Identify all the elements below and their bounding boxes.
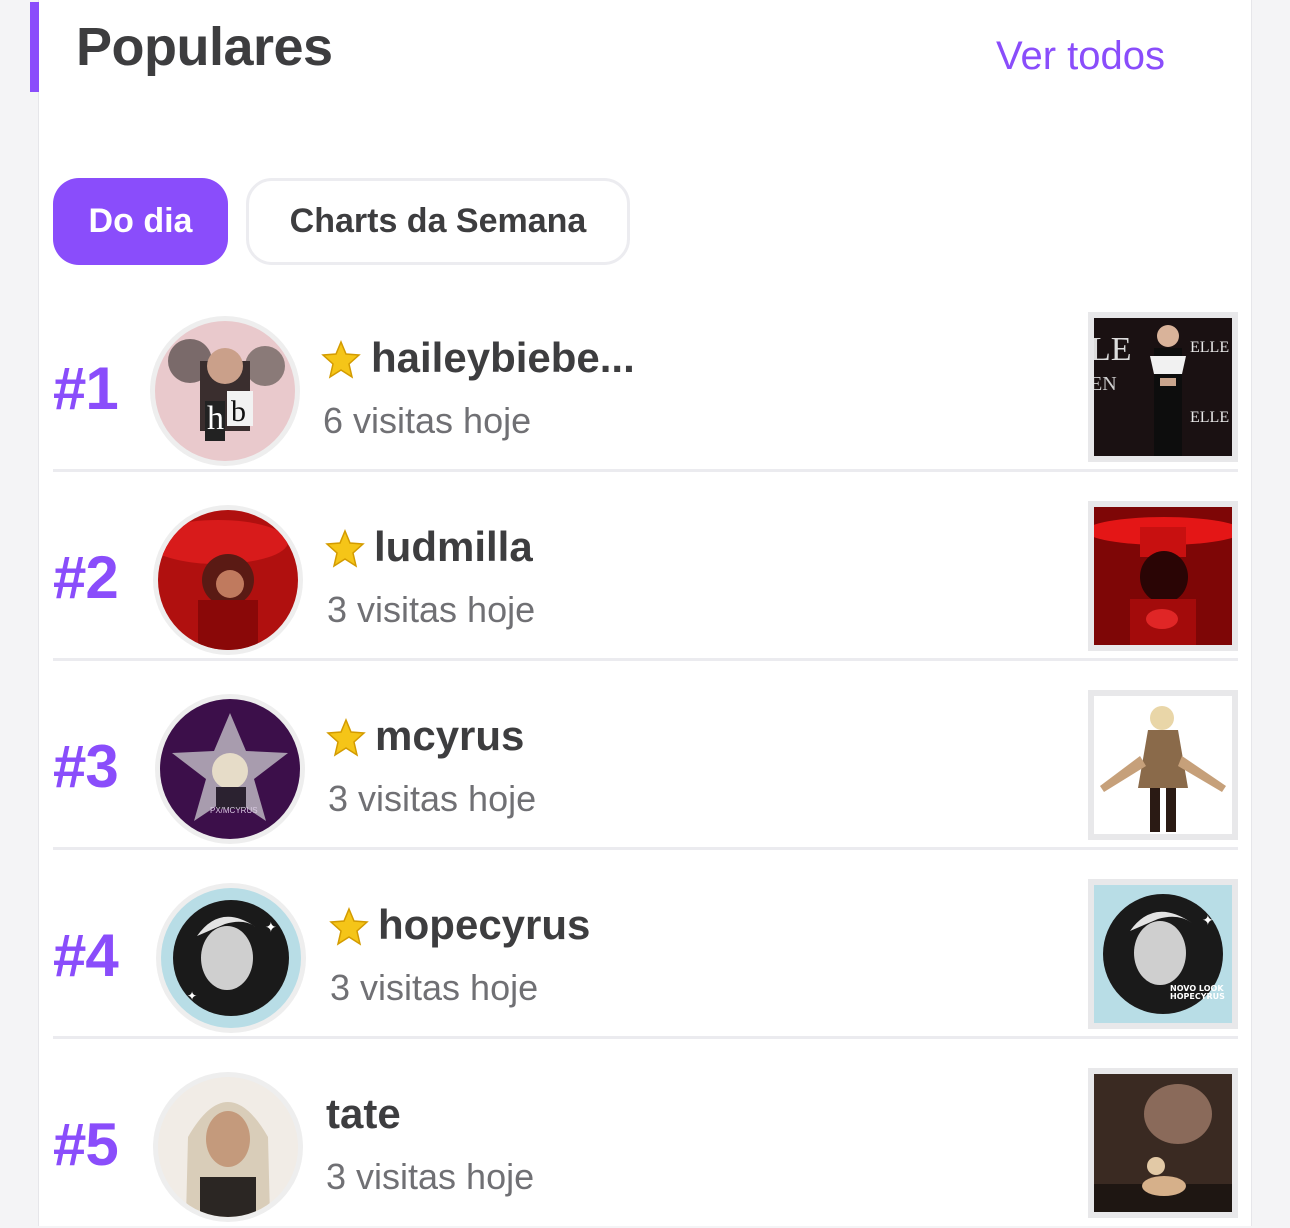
username[interactable]: haileybiebe... [371, 334, 635, 382]
profile-thumbnail[interactable] [1088, 501, 1238, 651]
title-accent-bar [30, 2, 39, 92]
star-icon [326, 718, 366, 757]
visit-count: 3 visitas hoje [327, 589, 536, 630]
ranking-row[interactable]: #5 tate 3 visitas hoje [53, 1068, 1238, 1228]
visit-count: 6 visitas hoje [323, 400, 532, 441]
star-icon [325, 529, 365, 568]
rank-number: #4 [53, 922, 119, 989]
visit-count: 3 visitas hoje [330, 967, 539, 1008]
avatar[interactable]: h b [150, 316, 300, 466]
svg-text:EN: EN [1094, 373, 1117, 395]
svg-text:✦: ✦ [1202, 913, 1214, 929]
ranking-row[interactable]: #4 ✦ ✦ hopecyrus 3 visitas hoje ✦ NOVO L… [53, 879, 1238, 1039]
svg-text:h: h [207, 400, 224, 437]
visit-count: 3 visitas hoje [326, 1156, 535, 1197]
username[interactable]: hopecyrus [378, 901, 590, 949]
avatar[interactable]: PX/MCYRUS [155, 694, 305, 844]
row-divider [53, 1036, 1238, 1039]
rank-number: #1 [53, 355, 119, 422]
tab-charts-semana[interactable]: Charts da Semana [246, 178, 630, 265]
rank-number: #5 [53, 1111, 119, 1178]
svg-text:ELLE: ELLE [1190, 339, 1229, 356]
svg-text:HOPECYRUS: HOPECYRUS [1170, 992, 1225, 1001]
row-divider [53, 469, 1238, 472]
svg-text:ELLE: ELLE [1190, 409, 1229, 426]
row-divider [53, 847, 1238, 850]
profile-thumbnail[interactable] [1088, 1068, 1238, 1218]
row-divider [53, 658, 1238, 661]
svg-text:PX/MCYRUS: PX/MCYRUS [210, 806, 258, 815]
svg-text:✦: ✦ [187, 989, 197, 1003]
username[interactable]: ludmilla [374, 523, 533, 571]
star-icon [329, 907, 369, 946]
rank-number: #3 [53, 733, 119, 800]
star-icon [321, 340, 361, 379]
ranking-row[interactable]: #2 ludmilla 3 visitas hoje [53, 501, 1238, 661]
profile-thumbnail[interactable]: LE EN ELLE ELLE [1088, 312, 1238, 462]
rank-number: #2 [53, 544, 119, 611]
username[interactable]: mcyrus [375, 712, 524, 760]
avatar[interactable] [153, 1072, 303, 1222]
svg-text:b: b [231, 395, 246, 428]
see-all-link[interactable]: Ver todos [996, 34, 1165, 79]
svg-text:LE: LE [1094, 331, 1132, 368]
visit-count: 3 visitas hoje [328, 778, 537, 819]
tab-do-dia[interactable]: Do dia [53, 178, 228, 265]
username[interactable]: tate [326, 1090, 401, 1138]
ranking-row[interactable]: #3 PX/MCYRUS mcyrus 3 visitas hoje [53, 690, 1238, 850]
section-title: Populares [76, 17, 333, 77]
profile-thumbnail[interactable]: ✦ NOVO LOOK HOPECYRUS [1088, 879, 1238, 1029]
svg-text:✦: ✦ [265, 920, 277, 936]
profile-thumbnail[interactable] [1088, 690, 1238, 840]
avatar[interactable] [153, 505, 303, 655]
avatar[interactable]: ✦ ✦ [156, 883, 306, 1033]
ranking-row[interactable]: #1 h b haileybiebe... 6 visitas hoje LE … [53, 312, 1238, 472]
